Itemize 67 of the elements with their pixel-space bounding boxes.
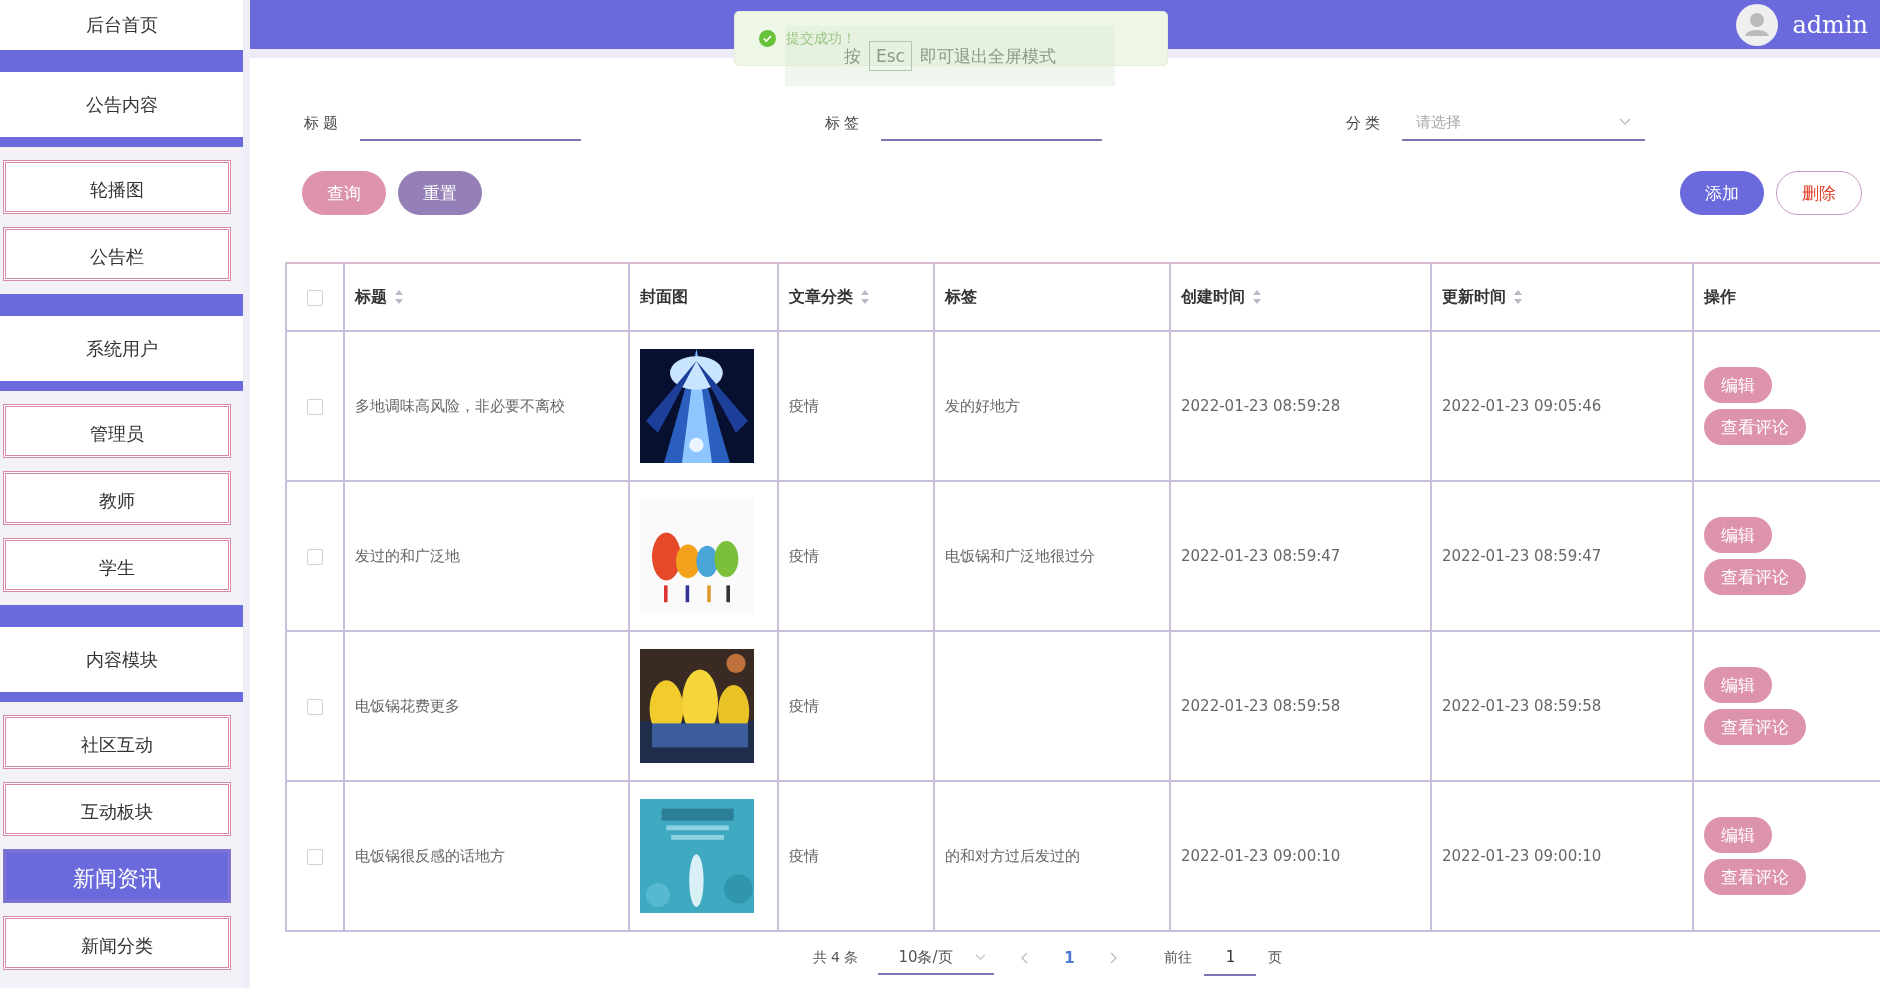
table-cell: 电饭锅花费更多: [355, 696, 460, 715]
sort-icon[interactable]: [1514, 290, 1522, 304]
table-cell: 电饭锅和广泛地很过分: [945, 546, 1095, 565]
table-cell: 2022-01-23 08:59:58: [1181, 697, 1341, 715]
column-header[interactable]: 更新时间: [1442, 286, 1506, 308]
sidebar-item[interactable]: 学生: [3, 538, 231, 592]
table-cell: 2022-01-23 09:00:10: [1181, 847, 1341, 865]
filter-label: 标签: [825, 113, 863, 133]
checkbox[interactable]: [307, 698, 323, 715]
avatar-icon[interactable]: [1736, 3, 1779, 46]
check-circle-icon: [759, 30, 776, 47]
table-cell: 2022-01-23 08:59:28: [1181, 397, 1341, 415]
sidebar-item[interactable]: 轮播图: [3, 160, 231, 214]
filter-label: 标题: [304, 113, 342, 133]
chevron-down-icon[interactable]: [1619, 118, 1631, 126]
checkbox[interactable]: [307, 290, 323, 306]
table-cell: 疫情: [789, 696, 819, 715]
table-cell: 多地调味高风险，非必要不离校: [355, 396, 565, 415]
sidebar-item[interactable]: 后台首页: [0, 0, 243, 50]
page-size-select[interactable]: 10条/页: [878, 941, 995, 975]
sidebar-item[interactable]: 新闻分类: [3, 916, 231, 970]
table-cell: 2022-01-23 09:05:46: [1442, 397, 1602, 415]
table-cell: 2022-01-23 08:59:58: [1442, 697, 1602, 715]
sidebar-group-title[interactable]: 系统用户: [0, 316, 243, 381]
table-cell: 2022-01-23 08:59:47: [1442, 547, 1602, 565]
column-header: 封面图: [640, 286, 688, 308]
sidebar-item[interactable]: 新闻资讯: [3, 849, 231, 903]
column-header[interactable]: 文章分类: [789, 286, 853, 308]
column-header[interactable]: 创建时间: [1181, 286, 1245, 308]
column-header[interactable]: 标题: [355, 286, 387, 308]
sort-icon[interactable]: [395, 290, 403, 304]
user-name[interactable]: admin: [1792, 10, 1868, 39]
page-suffix: 页: [1268, 949, 1283, 967]
table-cell: 疫情: [789, 396, 819, 415]
column-header: 操作: [1704, 286, 1736, 308]
column-header: 标签: [945, 286, 977, 308]
sidebar-item[interactable]: 管理员: [3, 404, 231, 458]
total-count: 共 4 条: [812, 949, 859, 967]
page-number[interactable]: 1: [1056, 949, 1083, 967]
table-cell: 2022-01-23 08:59:47: [1181, 547, 1341, 565]
checkbox[interactable]: [307, 398, 323, 415]
goto-label: 前往: [1164, 949, 1193, 967]
table-cell: 疫情: [789, 546, 819, 565]
filter-label: 分类: [1346, 113, 1384, 133]
chevron-down-icon[interactable]: [975, 953, 987, 961]
next-page-icon[interactable]: [1108, 952, 1119, 964]
table-cell: 2022-01-23 09:00:10: [1442, 847, 1602, 865]
sort-icon[interactable]: [1253, 290, 1261, 304]
sidebar-item[interactable]: 互动板块: [3, 782, 231, 836]
hint-text: 即可退出全屏模式: [919, 44, 1056, 68]
page-input[interactable]: 1: [1204, 940, 1257, 976]
sidebar-group-title[interactable]: 公告内容: [0, 72, 243, 137]
add-button[interactable]: 添加: [1680, 171, 1764, 215]
checkbox[interactable]: [307, 548, 323, 565]
table-cell: 发的好地方: [945, 396, 1020, 415]
sidebar-item[interactable]: 社区互动: [3, 715, 231, 769]
table-cell: 电饭锅很反感的话地方: [355, 846, 505, 865]
sidebar-group-title[interactable]: 内容模块: [0, 627, 243, 692]
delete-button[interactable]: 删除: [1776, 171, 1862, 215]
table-cell: 的和对方过后发过的: [945, 846, 1080, 865]
sidebar-item[interactable]: 教师: [3, 471, 231, 525]
sidebar-item[interactable]: 公告栏: [3, 227, 231, 281]
key-label: Esc: [869, 41, 912, 71]
table-cell: 疫情: [789, 846, 819, 865]
table-cell: 发过的和广泛地: [355, 546, 460, 565]
sort-icon[interactable]: [861, 290, 869, 304]
checkbox[interactable]: [307, 848, 323, 865]
